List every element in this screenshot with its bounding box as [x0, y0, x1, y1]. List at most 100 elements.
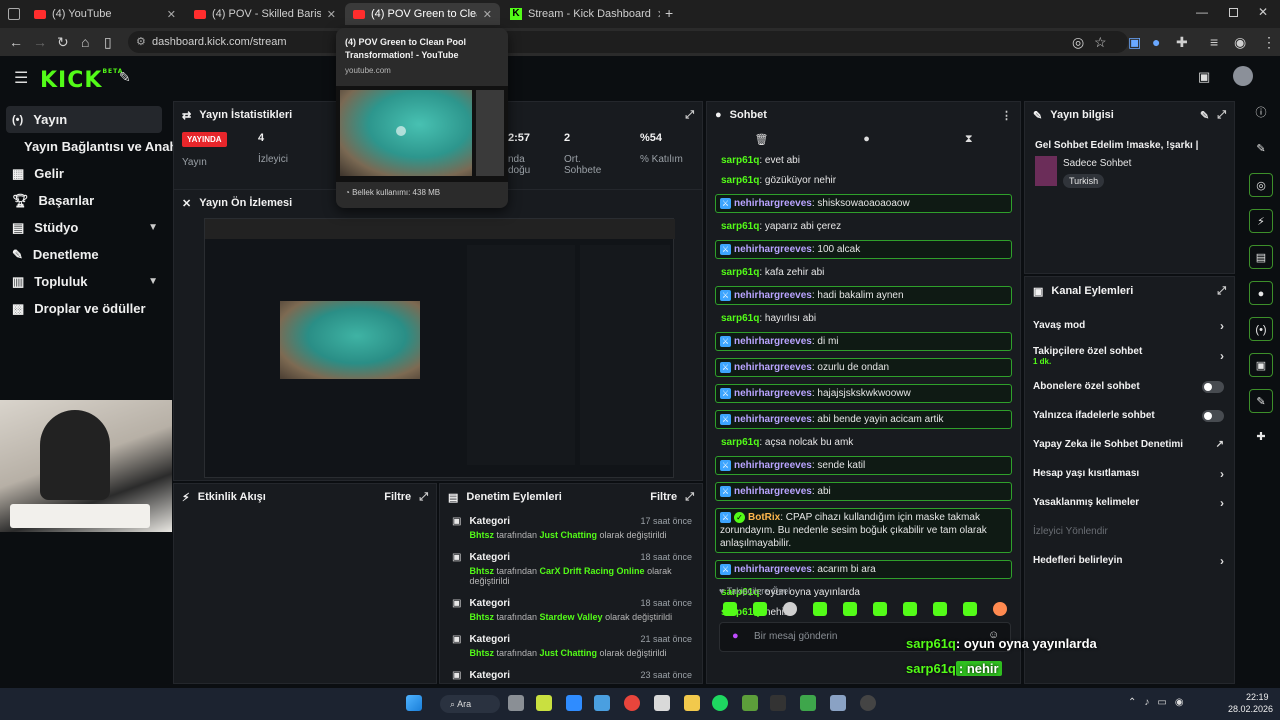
tab-pool[interactable]: (4) POV Green to Clean Pool Tra ✕ [345, 3, 500, 25]
emote-icon[interactable] [933, 602, 947, 616]
app-icon[interactable] [742, 695, 758, 711]
eye-slash-icon[interactable]: ◎ [1072, 34, 1084, 51]
app-icon[interactable] [654, 695, 670, 711]
toggle-switch[interactable] [1202, 380, 1224, 393]
reload-icon[interactable]: ↻ [57, 34, 69, 51]
address-bar[interactable]: ⚙ dashboard.kick.com/stream [128, 31, 1128, 53]
task-view-icon[interactable] [508, 695, 524, 711]
chat-username[interactable]: nehirhargreeves [734, 290, 812, 301]
emote-icon[interactable] [753, 602, 767, 616]
minimize-icon[interactable]: — [1196, 5, 1208, 19]
info-icon[interactable]: ⓘ [1249, 101, 1273, 125]
file-explorer-icon[interactable] [684, 695, 700, 711]
split-view-icon[interactable]: ▯ [104, 34, 112, 51]
chat-username[interactable]: sarp61q [721, 155, 759, 166]
item-game[interactable]: Stardew Valley [540, 612, 603, 622]
maximize-icon[interactable] [1229, 8, 1238, 17]
hourglass-icon[interactable]: ⧗ [965, 133, 973, 146]
tools-icon[interactable]: ✎ [119, 69, 131, 86]
bookmark-star-icon[interactable]: ☆ [1094, 34, 1107, 51]
chat-username[interactable]: nehirhargreeves [734, 564, 812, 575]
tag-badge[interactable]: Turkish [1063, 174, 1105, 188]
tray-icons[interactable]: ⌃♪▭◉ [1128, 697, 1192, 708]
microphone-icon[interactable]: ● [732, 630, 739, 642]
category-name[interactable]: Sadece Sohbet [1063, 158, 1131, 169]
forward-icon[interactable]: → [33, 34, 47, 50]
profile-icon[interactable]: ◉ [1234, 34, 1246, 51]
chat-username[interactable]: sarp61q [721, 313, 759, 324]
tab-barista[interactable]: (4) POV - Skilled Barista works i ✕ [186, 3, 344, 25]
add-widget-icon[interactable]: ✚ [1249, 425, 1273, 449]
edit-icon[interactable]: ✎ [1249, 137, 1273, 161]
app-icon[interactable] [566, 695, 582, 711]
toggle-switch[interactable] [1202, 409, 1224, 422]
action-banned-words[interactable]: Yasaklanmış kelimeler › [1025, 488, 1234, 517]
terminal-icon[interactable] [770, 695, 786, 711]
emote-icon[interactable] [993, 602, 1007, 616]
app-icon[interactable] [536, 695, 552, 711]
action-subscribers-only[interactable]: Abonelere özel sohbet [1025, 372, 1234, 401]
action-account-age[interactable]: Hesap yaşı kısıtlaması › [1025, 459, 1234, 488]
action-slow-mode[interactable]: Yavaş mod › [1025, 311, 1234, 340]
filter-button[interactable]: Filtre [384, 491, 411, 503]
emote-icon[interactable] [723, 602, 737, 616]
item-user[interactable]: Bhtsz [469, 612, 494, 622]
chat-username[interactable]: sarp61q [721, 221, 759, 232]
chrome-icon[interactable] [624, 695, 640, 711]
popout-icon[interactable]: ⤢ [419, 491, 428, 504]
item-user[interactable]: Bhtsz [469, 530, 494, 540]
settings-icon[interactable] [830, 695, 846, 711]
reading-list-icon[interactable]: ≡ [1210, 34, 1218, 50]
popout-icon[interactable]: ⤢ [685, 109, 694, 122]
windows-start-icon[interactable] [406, 695, 422, 711]
chat-username[interactable]: nehirhargreeves [734, 244, 812, 255]
extension-icon[interactable]: ● [1152, 34, 1160, 50]
camera-icon[interactable]: ▣ [1198, 69, 1210, 85]
extensions-puzzle-icon[interactable]: ✚ [1176, 34, 1188, 51]
emote-icon[interactable] [813, 602, 827, 616]
app-icon[interactable] [800, 695, 816, 711]
chat-username[interactable]: nehirhargreeves [734, 414, 812, 425]
new-tab-icon[interactable]: + [665, 5, 673, 21]
item-game[interactable]: Just Chatting [540, 530, 598, 540]
chat-username[interactable]: sarp61q [721, 175, 759, 186]
sidebar-item-moderation[interactable]: ✎ Denetleme [0, 241, 170, 268]
chat-username[interactable]: nehirhargreeves [734, 460, 812, 471]
chat-bubble-icon[interactable]: ● [863, 133, 870, 145]
kick-logo[interactable]: KICKBETA [40, 68, 123, 93]
broadcast-icon[interactable]: (•) [1249, 317, 1273, 341]
action-ai-moderation[interactable]: Yapay Zeka ile Sohbet Denetimi ↗ [1025, 430, 1234, 459]
chat-username[interactable]: nehirhargreeves [734, 362, 812, 373]
chat-username[interactable]: sarp61q [721, 267, 759, 278]
emote-icon[interactable] [873, 602, 887, 616]
close-tab-icon[interactable]: ✕ [327, 8, 336, 21]
wrench-icon[interactable]: ✎ [1249, 389, 1273, 413]
document-icon[interactable]: ▤ [1249, 245, 1273, 269]
sidebar-item-stream[interactable]: (•) Yayın [6, 106, 162, 133]
chat-username[interactable]: BotRix [748, 512, 780, 523]
site-info-icon[interactable]: ⚙ [136, 31, 146, 53]
chat-username[interactable]: nehirhargreeves [734, 336, 812, 347]
sidebar-item-community[interactable]: ▥ Topluluk ▼ [0, 268, 170, 295]
back-icon[interactable]: ← [9, 34, 23, 50]
close-tab-icon[interactable]: ✕ [657, 8, 660, 21]
item-user[interactable]: Bhtsz [469, 648, 494, 658]
app-icon[interactable] [594, 695, 610, 711]
tab-kick-dashboard[interactable]: K Stream - Kick Dashboard ✕ [502, 3, 660, 25]
chat-username[interactable]: nehirhargreeves [734, 486, 812, 497]
sidebar-item-drops[interactable]: ▩ Droplar ve ödüller [0, 295, 170, 322]
hamburger-icon[interactable]: ☰ [14, 68, 28, 88]
sidebar-item-achievements[interactable]: 🏆︎ Başarılar [0, 187, 170, 214]
close-window-icon[interactable]: ✕ [1258, 5, 1268, 19]
more-options-icon[interactable]: ⋮ [1001, 109, 1012, 122]
chat-username[interactable]: nehirhargreeves [734, 388, 812, 399]
edit-icon[interactable]: ✎ [1200, 109, 1209, 122]
chat-username[interactable]: nehirhargreeves [734, 198, 812, 209]
sidebar-item-studio[interactable]: ▤ Stüdyo ▼ [0, 214, 170, 241]
item-user[interactable]: Bhtsz [469, 566, 494, 576]
home-icon[interactable]: ⌂ [81, 34, 89, 50]
filter-button[interactable]: Filtre [650, 491, 677, 503]
app-icon[interactable] [860, 695, 876, 711]
sidebar-item-revenue[interactable]: ▦ Gelir [0, 160, 170, 187]
emote-icon[interactable] [783, 602, 797, 616]
